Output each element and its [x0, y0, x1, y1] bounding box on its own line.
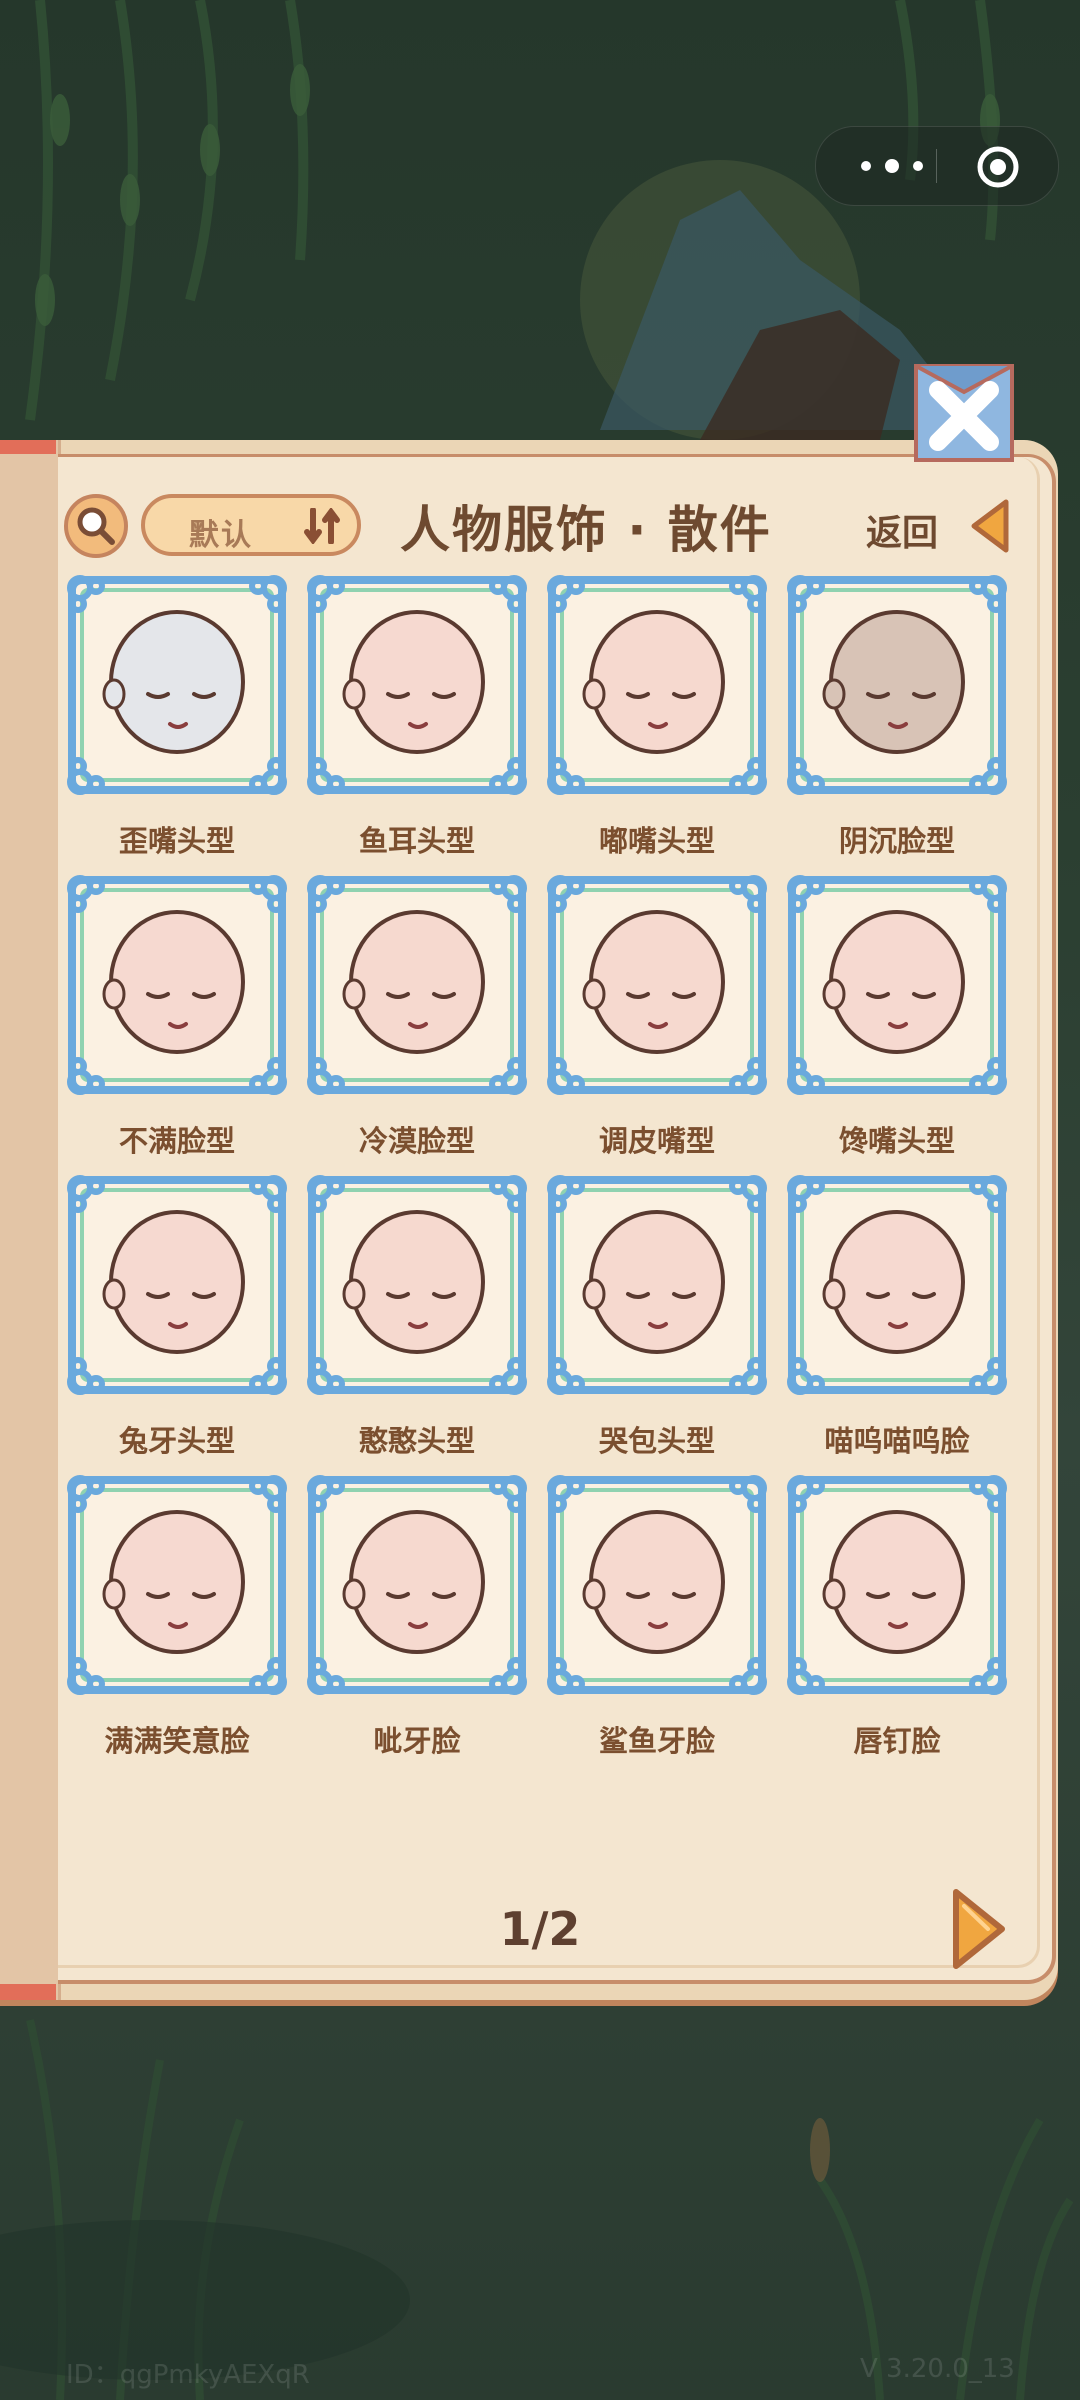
item-thumbnail [307, 875, 527, 1095]
item-thumbnail [787, 875, 1007, 1095]
page-title: 人物服饰 · 散件 [400, 501, 772, 559]
item-card[interactable]: 鲨鱼牙脸 [542, 1474, 772, 1758]
item-thumbnail [307, 1175, 527, 1395]
item-label: 馋嘴头型 [838, 1124, 955, 1158]
sort-button[interactable]: 默认 [141, 494, 361, 556]
item-card[interactable]: 馋嘴头型 [782, 874, 1012, 1158]
search-button[interactable] [64, 494, 128, 558]
item-label: 唇钉脸 [853, 1724, 941, 1758]
version-label: V 3.20.0_13 [860, 2354, 1015, 2384]
back-arrow-icon [971, 499, 1009, 553]
page-indicator: 1/2 [499, 1902, 581, 1956]
item-label: 调皮嘴型 [598, 1124, 715, 1158]
back-label: 返回 [866, 513, 939, 554]
item-card[interactable]: 调皮嘴型 [542, 874, 772, 1158]
player-id: ID：qgPmkyAEXqR [66, 2360, 310, 2390]
item-label: 憨憨头型 [358, 1424, 475, 1458]
capsule-divider [936, 149, 937, 183]
sort-label: 默认 [189, 518, 253, 553]
item-thumbnail [787, 1175, 1007, 1395]
item-thumbnail [307, 1475, 527, 1695]
item-card[interactable]: 嘟嘴头型 [542, 574, 772, 858]
item-thumbnail [547, 1175, 767, 1395]
item-label: 不满脸型 [118, 1124, 235, 1158]
item-label: 鱼耳头型 [358, 824, 475, 858]
item-label: 喵呜喵呜脸 [824, 1424, 970, 1458]
item-label: 满满笑意脸 [104, 1724, 250, 1758]
item-card[interactable]: 唇钉脸 [782, 1474, 1012, 1758]
item-card[interactable]: 鱼耳头型 [302, 574, 532, 858]
item-card[interactable]: 歪嘴头型 [62, 574, 292, 858]
more-options-icon[interactable] [852, 153, 932, 179]
spine-bottom-trim [0, 1984, 56, 2000]
item-card[interactable]: 呲牙脸 [302, 1474, 532, 1758]
next-page-button[interactable] [948, 1886, 1008, 1972]
item-label: 冷漠脸型 [358, 1124, 475, 1158]
item-card[interactable]: 冷漠脸型 [302, 874, 532, 1158]
item-label: 阴沉脸型 [838, 824, 955, 858]
item-label: 鲨鱼牙脸 [598, 1724, 715, 1758]
spine-top-trim [0, 440, 56, 454]
item-thumbnail [787, 1475, 1007, 1695]
item-card[interactable]: 憨憨头型 [302, 1174, 532, 1458]
book-spine [0, 440, 61, 2000]
back-button[interactable]: 返回 [864, 494, 1014, 558]
item-thumbnail [307, 575, 527, 795]
item-label: 嘟嘴头型 [598, 824, 715, 858]
item-card[interactable]: 不满脸型 [62, 874, 292, 1158]
item-thumbnail [67, 1475, 287, 1695]
miniprogram-capsule [815, 126, 1059, 206]
item-thumbnail [547, 875, 767, 1095]
item-label: 兔牙头型 [118, 1424, 235, 1458]
item-card[interactable]: 哭包头型 [542, 1174, 772, 1458]
item-label: 歪嘴头型 [118, 824, 235, 858]
item-card[interactable]: 阴沉脸型 [782, 574, 1012, 858]
sort-order-icon [304, 508, 340, 544]
item-thumbnail [547, 575, 767, 795]
item-thumbnail [787, 575, 1007, 795]
item-label: 哭包头型 [598, 1424, 715, 1458]
close-miniprogram-icon[interactable] [976, 145, 1020, 189]
item-thumbnail [547, 1475, 767, 1695]
item-thumbnail [67, 575, 287, 795]
search-icon [77, 507, 115, 545]
item-label: 呲牙脸 [373, 1724, 461, 1758]
item-card[interactable]: 满满笑意脸 [62, 1474, 292, 1758]
item-card[interactable]: 喵呜喵呜脸 [782, 1174, 1012, 1458]
item-thumbnail [67, 1175, 287, 1395]
item-card[interactable]: 兔牙头型 [62, 1174, 292, 1458]
close-button[interactable] [912, 362, 1016, 464]
item-thumbnail [67, 875, 287, 1095]
